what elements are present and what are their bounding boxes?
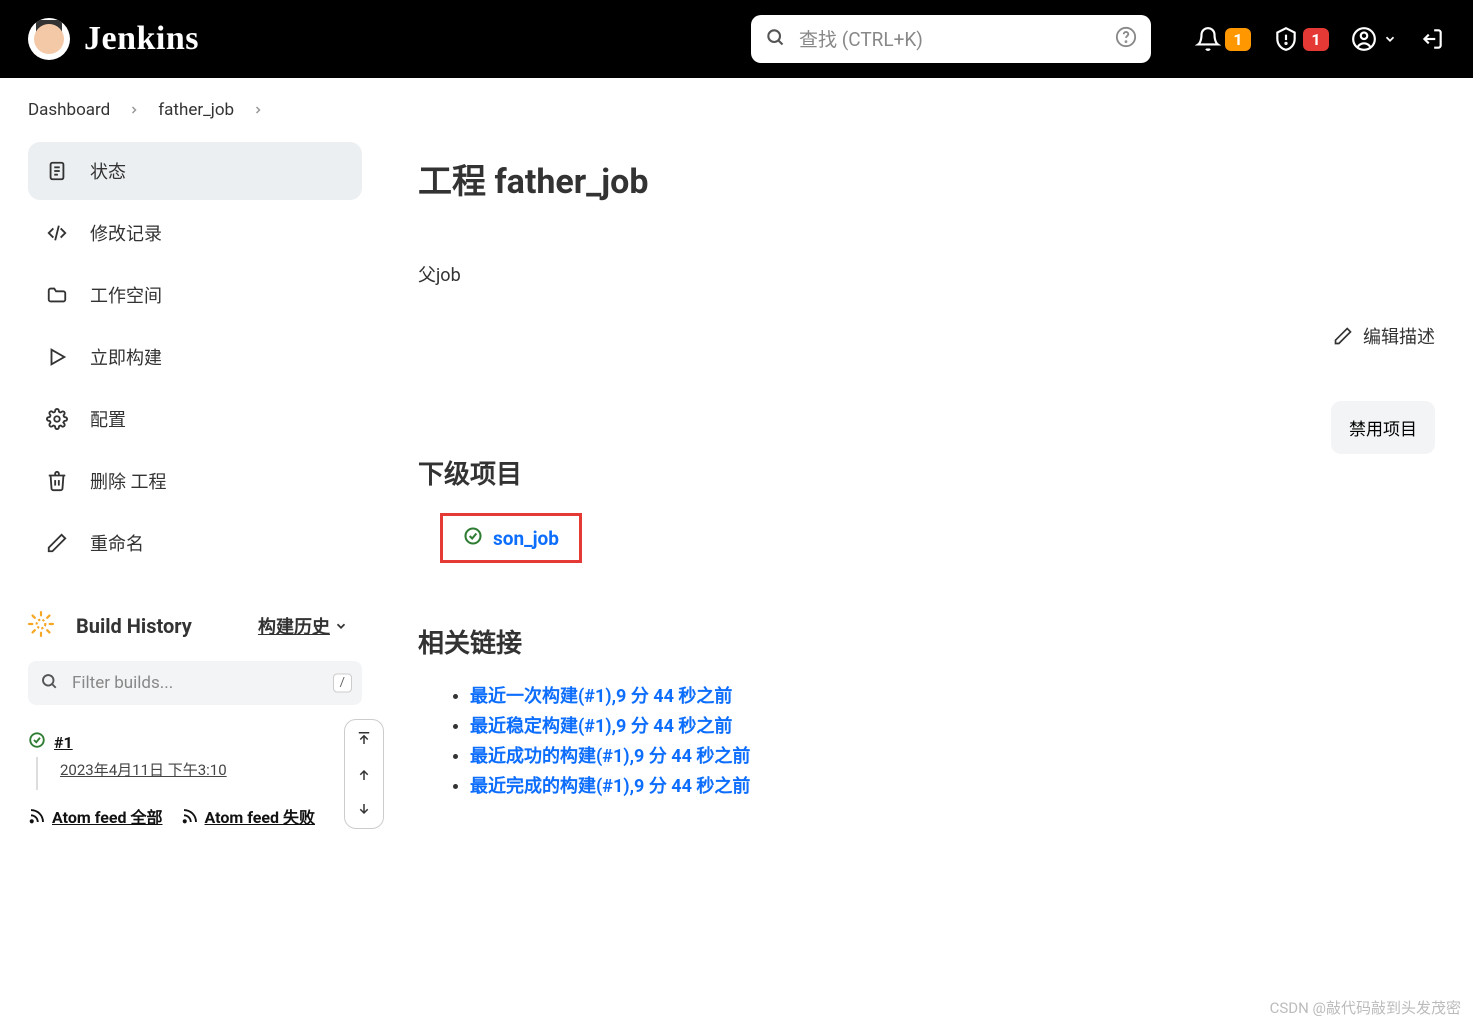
sidebar-item-build-now[interactable]: 立即构建 [28, 328, 362, 386]
main-content: 工程 father_job 父job 编辑描述 禁用项目 下级项目 son_jo… [378, 142, 1473, 848]
scroll-nav [344, 719, 384, 829]
success-icon [463, 526, 483, 550]
related-link[interactable]: 最近稳定构建(#1),9 分 44 秒之前 [470, 716, 732, 737]
brand-area[interactable]: Jenkins [28, 18, 199, 60]
success-icon [28, 731, 46, 753]
rss-icon [181, 807, 199, 825]
downstream-heading: 下级项目 [418, 454, 1435, 491]
project-description: 父job [418, 261, 1435, 287]
pencil-icon [1333, 326, 1353, 346]
sun-icon [28, 611, 54, 641]
search-icon [40, 672, 58, 694]
pencil-icon [46, 532, 68, 554]
scroll-up-button[interactable] [345, 756, 383, 792]
related-links-heading: 相关链接 [418, 623, 1435, 660]
page-title: 工程 father_job [418, 154, 1435, 203]
list-item: 最近完成的构建(#1),9 分 44 秒之前 [470, 772, 1435, 798]
play-icon [46, 346, 68, 368]
downstream-project-link[interactable]: son_job [493, 527, 559, 550]
trash-icon [46, 470, 68, 492]
sidebar-item-configure[interactable]: 配置 [28, 390, 362, 448]
build-history-trend-link[interactable]: 构建历史 [258, 613, 348, 639]
related-link[interactable]: 最近一次构建(#1),9 分 44 秒之前 [470, 686, 732, 707]
downstream-project-box: son_job [440, 513, 582, 563]
scroll-down-button[interactable] [345, 792, 383, 828]
sidebar-item-rename[interactable]: 重命名 [28, 514, 362, 572]
search-icon [765, 27, 785, 51]
sidebar: 状态 修改记录 工作空间 立即构建 配置 删除 工程 [0, 142, 378, 848]
user-menu[interactable] [1351, 26, 1397, 52]
logout-button[interactable] [1419, 26, 1445, 52]
top-header: Jenkins 1 1 [0, 0, 1473, 78]
scroll-top-button[interactable] [345, 720, 383, 756]
related-links-list: 最近一次构建(#1),9 分 44 秒之前 最近稳定构建(#1),9 分 44 … [470, 682, 1435, 798]
breadcrumb: Dashboard father_job [0, 78, 1473, 142]
security-badge: 1 [1303, 28, 1329, 51]
build-history-header: Build History 构建历史 [28, 590, 362, 661]
sidebar-item-status[interactable]: 状态 [28, 142, 362, 200]
atom-feed-all-link[interactable]: Atom feed 全部 [28, 804, 163, 828]
search-input[interactable] [751, 15, 1151, 63]
build-history-title: Build History [76, 614, 192, 638]
build-number-link[interactable]: #1 [54, 733, 73, 752]
disable-project-button[interactable]: 禁用项目 [1331, 401, 1435, 454]
jenkins-logo-icon [28, 18, 70, 60]
related-link[interactable]: 最近成功的构建(#1),9 分 44 秒之前 [470, 746, 750, 767]
watermark: CSDN @敲代码敲到头发茂密 [1270, 997, 1461, 1018]
search-wrap [751, 15, 1151, 63]
sidebar-item-label: 重命名 [90, 530, 144, 556]
sidebar-item-changes[interactable]: 修改记录 [28, 204, 362, 262]
breadcrumb-item[interactable]: father_job [158, 100, 234, 120]
sidebar-item-label: 工作空间 [90, 282, 162, 308]
help-icon[interactable] [1115, 26, 1137, 52]
sidebar-item-label: 删除 工程 [90, 468, 166, 494]
kbd-hint: / [333, 674, 352, 693]
build-row[interactable]: #1 [28, 719, 362, 757]
chevron-right-icon [252, 104, 264, 116]
related-link[interactable]: 最近完成的构建(#1),9 分 44 秒之前 [470, 776, 750, 797]
gear-icon [46, 408, 68, 430]
sidebar-item-label: 状态 [90, 158, 126, 184]
list-item: 最近一次构建(#1),9 分 44 秒之前 [470, 682, 1435, 708]
atom-feed-fail-link[interactable]: Atom feed 失败 [181, 804, 316, 828]
build-date[interactable]: 2023年4月11日 下午3:10 [36, 757, 362, 790]
filter-builds-input[interactable] [28, 661, 362, 705]
sidebar-item-label: 配置 [90, 406, 126, 432]
chevron-down-icon [334, 619, 348, 633]
notif-badge: 1 [1225, 28, 1251, 51]
sidebar-item-label: 立即构建 [90, 344, 162, 370]
folder-icon [46, 284, 68, 306]
code-icon [46, 222, 68, 244]
breadcrumb-item[interactable]: Dashboard [28, 100, 110, 120]
build-list: #1 2023年4月11日 下午3:10 Atom feed 全部 Atom f… [28, 719, 362, 828]
header-actions: 1 1 [1195, 26, 1445, 52]
filter-wrap: / [28, 661, 362, 705]
notifications-button[interactable]: 1 [1195, 26, 1251, 52]
sidebar-item-label: 修改记录 [90, 220, 162, 246]
edit-description-link[interactable]: 编辑描述 [1333, 323, 1435, 349]
list-item: 最近稳定构建(#1),9 分 44 秒之前 [470, 712, 1435, 738]
chevron-right-icon [128, 104, 140, 116]
sidebar-item-delete[interactable]: 删除 工程 [28, 452, 362, 510]
chevron-down-icon [1383, 32, 1397, 46]
list-item: 最近成功的构建(#1),9 分 44 秒之前 [470, 742, 1435, 768]
document-icon [46, 160, 68, 182]
sidebar-item-workspace[interactable]: 工作空间 [28, 266, 362, 324]
security-button[interactable]: 1 [1273, 26, 1329, 52]
rss-icon [28, 807, 46, 825]
brand-text: Jenkins [84, 20, 199, 58]
